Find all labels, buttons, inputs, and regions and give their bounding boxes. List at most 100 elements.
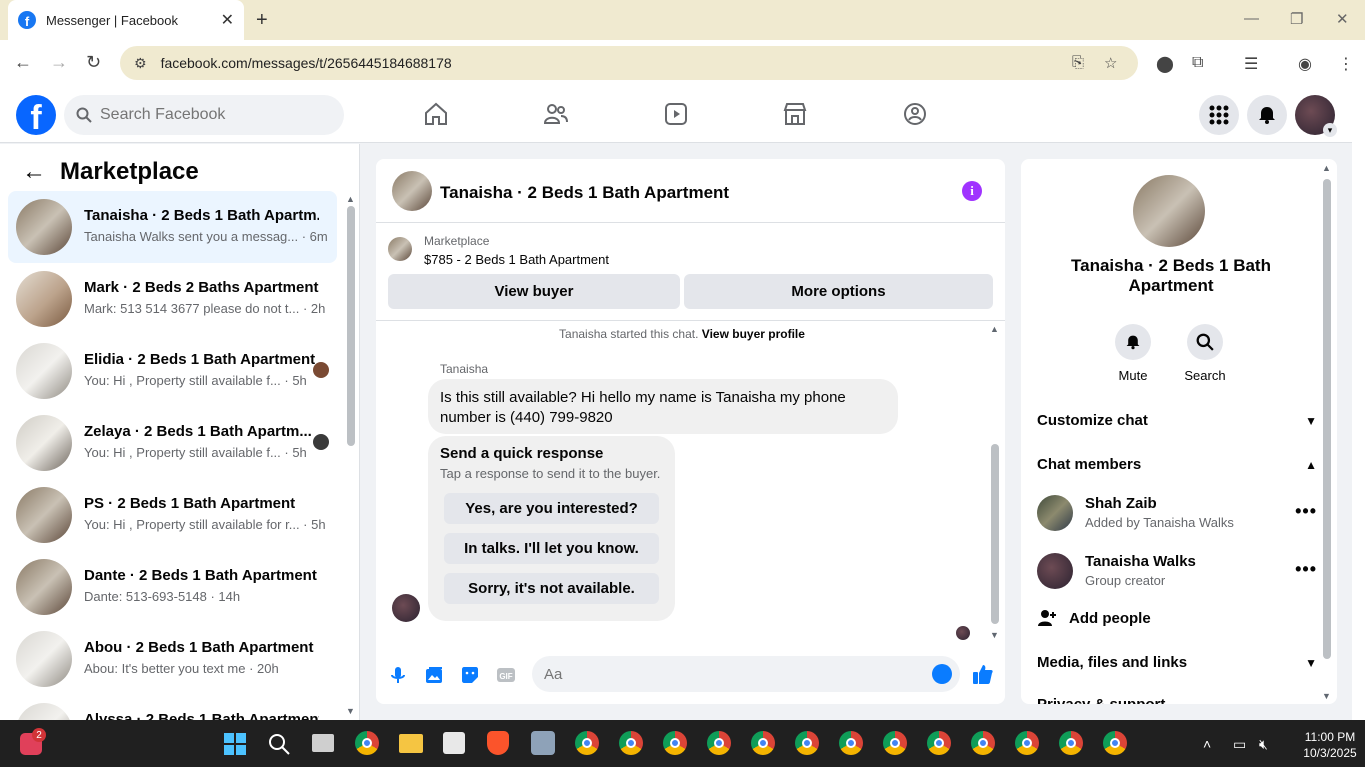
back-arrow-icon[interactable]: ← [22,158,46,186]
gif-icon[interactable]: GIF [496,665,516,685]
scroll-down-icon[interactable]: ▼ [1322,691,1331,701]
media-files-section[interactable]: Media, files and links ▼ [1037,654,1317,671]
back-icon[interactable]: ← [14,52,32,73]
chrome-profile-icon[interactable] [707,731,731,755]
customize-chat-section[interactable]: Customize chat ▼ [1037,412,1317,429]
view-buyer-profile-link[interactable]: View buyer profile [702,327,805,341]
conversation-item[interactable]: Abou · 2 Beds 1 Bath Apartment Abou: It'… [8,623,337,695]
facebook-search-input[interactable] [100,106,320,124]
more-options-icon[interactable]: ••• [1295,501,1317,522]
account-icon[interactable]: ◉ [1298,54,1312,74]
chrome-profile-icon[interactable] [795,731,819,755]
snipping-tool-icon[interactable] [443,732,465,754]
taskbar-clock[interactable]: 11:00 PM 10/3/2025 [1300,729,1360,761]
new-tab-button[interactable]: + [256,9,268,32]
more-options-icon[interactable]: ••• [1295,559,1317,580]
search-button[interactable] [1187,324,1223,360]
network-icon[interactable]: ▭ [1233,736,1246,753]
chrome-profile-icon[interactable] [1103,731,1127,755]
listing-title[interactable]: $785 - 2 Beds 1 Bath Apartment [424,252,609,267]
conversation-item[interactable]: Zelaya · 2 Beds 1 Bath Apartm... You: Hi… [8,407,337,479]
app-icon[interactable] [531,731,555,755]
file-explorer-icon[interactable] [399,734,423,753]
close-window-button[interactable]: ✕ [1336,10,1349,28]
more-options-button[interactable]: More options [684,274,993,309]
like-thumb-icon[interactable] [972,663,994,685]
scroll-down-icon[interactable]: ▼ [346,706,355,716]
video-icon[interactable] [663,101,689,127]
chat-title[interactable]: Tanaisha · 2 Beds 1 Bath Apartment [440,183,729,203]
reload-icon[interactable]: ↻ [86,52,101,73]
taskbar-search-icon[interactable] [267,732,291,756]
scroll-up-icon[interactable]: ▲ [346,194,355,204]
chrome-profile-icon[interactable] [575,731,599,755]
friends-icon[interactable] [543,101,569,127]
chrome-profile-icon[interactable] [751,731,775,755]
conversation-item[interactable]: Elidia · 2 Beds 1 Bath Apartment You: Hi… [8,335,337,407]
facebook-logo-icon[interactable]: f [16,95,56,135]
task-view-icon[interactable] [312,734,334,752]
extensions-puzzle-icon[interactable]: ⧉ [1192,54,1203,72]
reading-list-icon[interactable]: ☰ [1244,54,1258,74]
add-people-button[interactable]: Add people [1037,608,1151,628]
conversation-item[interactable]: Mark · 2 Beds 2 Baths Apartment Mark: 51… [8,263,337,335]
browser-menu-icon[interactable]: ⋮ [1338,54,1354,74]
chat-members-section[interactable]: Chat members ▲ [1037,456,1317,473]
sender-avatar[interactable] [392,594,420,622]
quick-response-yes-button[interactable]: Yes, are you interested? [444,493,659,524]
view-buyer-button[interactable]: View buyer [388,274,680,309]
scroll-up-icon[interactable]: ▲ [1322,163,1331,173]
marketplace-icon[interactable] [782,101,808,127]
page-scrollbar[interactable] [1352,87,1365,720]
browser-tab[interactable]: f Messenger | Facebook ✕ [8,0,244,40]
message-composer[interactable] [532,656,960,692]
bookmark-star-icon[interactable]: ☆ [1104,54,1117,72]
install-app-icon[interactable]: ⎘ [1072,54,1084,71]
details-avatar[interactable] [1133,175,1205,247]
conversation-item[interactable]: PS · 2 Beds 1 Bath Apartment You: Hi , P… [8,479,337,551]
emoji-icon[interactable] [932,664,952,684]
volume-muted-icon[interactable]: 🔇︎ [1259,736,1268,753]
site-info-icon[interactable]: ⚙ [134,55,147,72]
quick-response-talks-button[interactable]: In talks. I'll let you know. [444,533,659,564]
conversation-item[interactable]: Tanaisha · 2 Beds 1 Bath Apartm... Tanai… [8,191,337,263]
chrome-profile-icon[interactable] [1059,731,1083,755]
quick-response-sorry-button[interactable]: Sorry, it's not available. [444,573,659,604]
facebook-search[interactable] [64,95,344,135]
notifications-button[interactable] [1247,95,1287,135]
chrome-profile-icon[interactable] [839,731,863,755]
scroll-down-icon[interactable]: ▼ [990,630,999,640]
scroll-up-icon[interactable]: ▲ [990,324,999,334]
groups-icon[interactable] [902,101,928,127]
profile-avatar[interactable]: ▾ [1295,95,1337,137]
details-scrollbar-thumb[interactable] [1323,179,1331,659]
member-row[interactable]: Shah Zaib Added by Tanaisha Walks ••• [1037,495,1317,535]
mute-button[interactable] [1115,324,1151,360]
brave-browser-icon[interactable] [487,731,509,755]
chrome-profile-icon[interactable] [355,731,379,755]
chat-scrollbar-thumb[interactable] [991,444,999,624]
minimize-button[interactable]: — [1244,10,1259,27]
chrome-profile-icon[interactable] [1015,731,1039,755]
info-icon[interactable]: i [962,181,982,201]
tray-chevron-up-icon[interactable]: ˄ [1203,736,1211,752]
maximize-button[interactable]: ❐ [1290,10,1303,28]
listing-thumbnail[interactable] [388,237,412,261]
privacy-support-section[interactable]: Privacy & support [1037,696,1165,704]
windows-start-icon[interactable] [223,732,247,756]
photo-icon[interactable] [424,665,444,685]
chat-avatar[interactable] [392,171,432,211]
member-row[interactable]: Tanaisha Walks Group creator ••• [1037,553,1317,593]
sidebar-scrollbar-thumb[interactable] [347,206,355,446]
extension-icon[interactable]: ⬤ [1156,54,1174,74]
chrome-profile-icon[interactable] [663,731,687,755]
chrome-profile-icon[interactable] [883,731,907,755]
home-icon[interactable] [423,101,449,127]
forward-icon[interactable]: → [50,52,68,73]
url-field[interactable]: ⚙ facebook.com/messages/t/26564451846881… [120,46,1138,80]
search-action[interactable]: Search [1175,324,1235,383]
message-input[interactable] [544,665,914,683]
chrome-profile-icon[interactable] [971,731,995,755]
chrome-profile-icon[interactable] [927,731,951,755]
microphone-icon[interactable] [388,665,408,685]
